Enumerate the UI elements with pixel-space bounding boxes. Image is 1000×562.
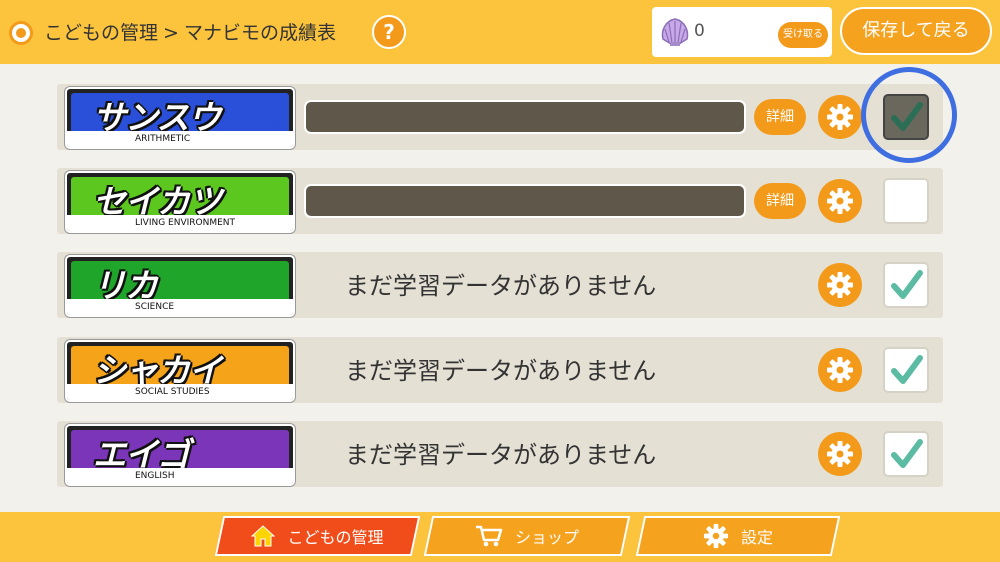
receive-button[interactable]: 受け取る xyxy=(778,22,828,48)
breadcrumb-parent[interactable]: こどもの管理 xyxy=(44,22,158,44)
breadcrumb: こどもの管理 > マナビモの成績表 xyxy=(44,18,336,45)
no-data-message: まだ学習データがありません xyxy=(345,272,657,300)
gear-icon xyxy=(827,272,853,298)
tab-settings[interactable]: 設定 xyxy=(635,516,841,556)
subject-english-name: SCIENCE xyxy=(67,299,293,315)
gear-icon xyxy=(827,188,853,214)
subject-settings-button[interactable] xyxy=(818,179,862,223)
checkmark-icon xyxy=(891,270,923,299)
subject-visible-checkbox[interactable] xyxy=(883,431,929,477)
subject-badge: シャカイ社 SOCIAL STUDIES xyxy=(65,340,295,402)
subject-kanji: 理 xyxy=(262,273,285,298)
save-and-back-button[interactable]: 保存して戻る xyxy=(840,7,992,55)
tab-label: 設定 xyxy=(740,528,773,547)
subject-row: サンスウ算 ARITHMETIC 詳細 xyxy=(57,84,943,150)
header-bar: こどもの管理 > マナビモの成績表 ? 0 受け取る 保存して戻る xyxy=(0,0,1000,64)
tab-label: こどもの管理 xyxy=(287,528,384,547)
subject-badge: リカ理 SCIENCE xyxy=(65,255,295,317)
breadcrumb-separator: > xyxy=(163,22,179,44)
subject-row: リカ理 SCIENCE まだ学習データがありません xyxy=(57,252,943,318)
home-icon xyxy=(251,525,276,547)
progress-bar xyxy=(304,100,746,134)
subject-row: エイゴ英 ENGLISH まだ学習データがありません xyxy=(57,421,943,487)
subject-kanji: 算 xyxy=(262,105,285,130)
shell-count: 0 xyxy=(694,21,705,41)
subject-english-name: ENGLISH xyxy=(67,468,293,484)
subject-settings-button[interactable] xyxy=(818,263,862,307)
subject-visible-checkbox[interactable] xyxy=(883,178,929,224)
subject-visible-checkbox[interactable] xyxy=(883,347,929,393)
shell-icon xyxy=(661,18,689,46)
progress-bar xyxy=(304,184,746,218)
page-title: マナビモの成績表 xyxy=(183,22,336,44)
no-data-message: まだ学習データがありません xyxy=(345,441,657,469)
help-button[interactable]: ? xyxy=(372,15,406,49)
subject-badge: セイカツ生 LIVING ENVIRONMENT xyxy=(65,171,295,233)
footer-nav: こどもの管理 ショップ 設定 xyxy=(0,512,1000,562)
subject-english-name: LIVING ENVIRONMENT xyxy=(67,215,293,231)
gear-icon xyxy=(703,523,729,549)
detail-button[interactable]: 詳細 xyxy=(754,183,806,219)
shell-balance-box: 0 受け取る xyxy=(652,7,832,57)
checkmark-icon xyxy=(891,355,923,384)
checkmark-icon xyxy=(891,439,923,468)
tab-child-management[interactable]: こどもの管理 xyxy=(214,516,421,556)
tab-label: ショップ xyxy=(514,528,579,547)
subject-settings-button[interactable] xyxy=(818,432,862,476)
cart-icon xyxy=(475,525,503,547)
subject-badge: エイゴ英 ENGLISH xyxy=(65,424,295,486)
subject-visible-checkbox[interactable] xyxy=(883,262,929,308)
subject-english-name: ARITHMETIC xyxy=(67,131,293,147)
gear-icon xyxy=(827,104,853,130)
gear-icon xyxy=(827,441,853,467)
subject-badge: サンスウ算 ARITHMETIC xyxy=(65,87,295,149)
subject-settings-button[interactable] xyxy=(818,348,862,392)
subject-kanji: 社 xyxy=(262,358,285,383)
tab-shop[interactable]: ショップ xyxy=(423,516,631,556)
no-data-message: まだ学習データがありません xyxy=(345,357,657,385)
gear-icon xyxy=(827,357,853,383)
subject-settings-button[interactable] xyxy=(818,95,862,139)
subject-row: シャカイ社 SOCIAL STUDIES まだ学習データがありません xyxy=(57,337,943,403)
focus-highlight-ring xyxy=(861,67,957,163)
header-dot-icon xyxy=(9,21,33,45)
detail-button[interactable]: 詳細 xyxy=(754,99,806,135)
subject-kanji: 英 xyxy=(262,442,285,467)
subject-english-name: SOCIAL STUDIES xyxy=(67,384,293,400)
subject-row: セイカツ生 LIVING ENVIRONMENT 詳細 xyxy=(57,168,943,234)
subject-kanji: 生 xyxy=(262,189,285,214)
